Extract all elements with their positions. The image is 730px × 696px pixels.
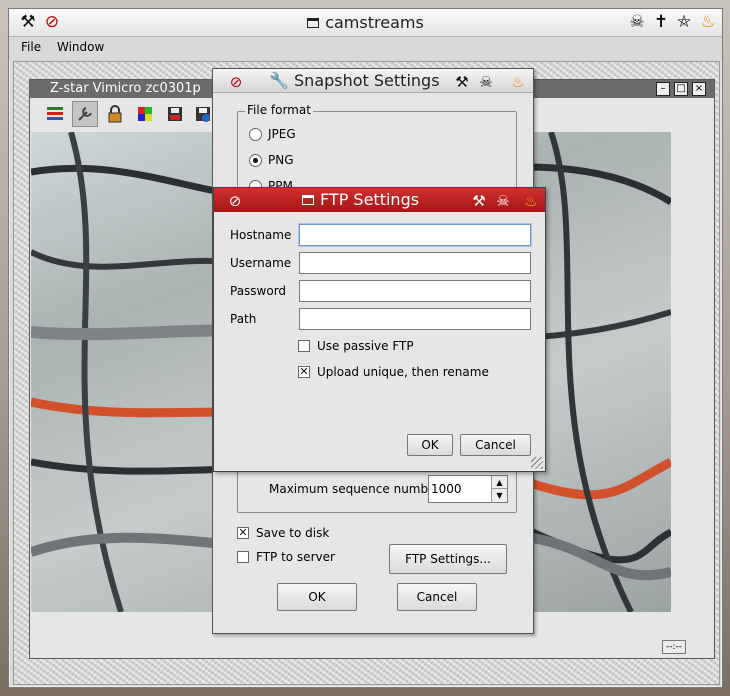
flame-icon[interactable]: ♨ <box>697 11 719 33</box>
password-input[interactable] <box>299 280 531 302</box>
spin-down-button[interactable]: ▼ <box>491 489 507 502</box>
ftp-title: FTP Settings <box>302 190 419 209</box>
camera-window-title: Z-star Vimicro zc0301p <box>50 81 201 96</box>
passive-ftp-checkbox[interactable] <box>298 340 310 352</box>
ftp-titlebar[interactable]: ⊘ FTP Settings ⚒ ☠ ♨ <box>214 188 545 212</box>
resize-grip[interactable] <box>531 457 543 469</box>
save-icon[interactable] <box>162 101 188 127</box>
radio-button[interactable] <box>249 127 262 141</box>
ftp-settings-button[interactable]: FTP Settings... <box>389 544 507 574</box>
path-input[interactable] <box>299 308 531 330</box>
snapshot-ok-button[interactable]: OK <box>277 583 357 611</box>
minimize-button[interactable]: – <box>656 82 670 96</box>
close-button[interactable]: × <box>692 82 706 96</box>
username-label: Username <box>230 256 292 270</box>
ftp-settings-dialog: ⊘ FTP Settings ⚒ ☠ ♨ Hostname Username P… <box>213 187 546 472</box>
max-sequence-spinbox[interactable]: 1000 ▲ ▼ <box>428 475 508 503</box>
cross-icon[interactable]: ✝ <box>650 11 672 33</box>
passive-ftp-option[interactable]: Use passive FTP <box>298 339 414 353</box>
save-to-disk-option[interactable]: ✕ Save to disk <box>237 526 329 540</box>
upload-unique-checkbox[interactable]: ✕ <box>298 366 310 378</box>
pentagram-icon[interactable]: ⛤ <box>673 11 695 33</box>
tools-icon[interactable]: ⚒ <box>451 71 473 93</box>
ftp-to-server-option[interactable]: FTP to server <box>237 550 335 564</box>
levels-icon[interactable] <box>42 101 68 127</box>
save-to-disk-checkbox[interactable]: ✕ <box>237 527 249 539</box>
main-window-title: camstreams <box>9 13 722 32</box>
snapshot-titlebar[interactable]: ⊘ 🔧 Snapshot Settings ⚒ ☠ ♨ <box>213 69 533 93</box>
tools-icon[interactable]: ⚒ <box>468 190 490 212</box>
spin-up-button[interactable]: ▲ <box>491 476 507 489</box>
max-sequence-value: 1000 <box>431 482 462 496</box>
username-input[interactable] <box>299 252 531 274</box>
flame-icon[interactable]: ♨ <box>507 71 529 93</box>
format-png-radio[interactable]: PNG <box>249 152 294 168</box>
snapshot-title: 🔧 Snapshot Settings <box>269 71 440 90</box>
menu-file[interactable]: File <box>21 40 41 54</box>
settings-wrench-icon[interactable] <box>72 101 98 127</box>
hostname-label: Hostname <box>230 228 292 242</box>
snapshot-cancel-button[interactable]: Cancel <box>397 583 477 611</box>
upload-unique-option[interactable]: ✕ Upload unique, then rename <box>298 365 489 379</box>
menubar: File Window <box>9 37 722 59</box>
lock-icon[interactable] <box>102 101 128 127</box>
main-titlebar[interactable]: ⚒ ⊘ camstreams ☠ ✝ ⛤ ♨ <box>9 9 722 37</box>
ftp-ok-button[interactable]: OK <box>407 434 453 456</box>
ftp-cancel-button[interactable]: Cancel <box>460 434 531 456</box>
password-label: Password <box>230 284 287 298</box>
max-sequence-label: Maximum sequence numb <box>269 482 429 496</box>
ftp-to-server-checkbox[interactable] <box>237 551 249 563</box>
hostname-input[interactable] <box>299 224 531 246</box>
radio-button[interactable] <box>249 153 262 167</box>
menu-window[interactable]: Window <box>57 40 104 54</box>
window-icon <box>307 18 320 28</box>
flame-icon[interactable]: ♨ <box>520 190 542 212</box>
skull-icon[interactable]: ☠ <box>492 190 514 212</box>
file-format-legend: File format <box>245 103 313 117</box>
color-icon[interactable] <box>132 101 158 127</box>
maximize-button[interactable]: □ <box>674 82 688 96</box>
skull-icon[interactable]: ☠ <box>475 71 497 93</box>
ghostbusters-icon[interactable]: ⊘ <box>225 71 247 93</box>
window-icon <box>302 195 314 205</box>
time-display: --:-- <box>662 640 686 654</box>
skull-icon[interactable]: ☠ <box>626 11 648 33</box>
path-label: Path <box>230 312 257 326</box>
format-jpeg-radio[interactable]: JPEG <box>249 126 296 142</box>
ghostbusters-icon[interactable]: ⊘ <box>224 190 246 212</box>
